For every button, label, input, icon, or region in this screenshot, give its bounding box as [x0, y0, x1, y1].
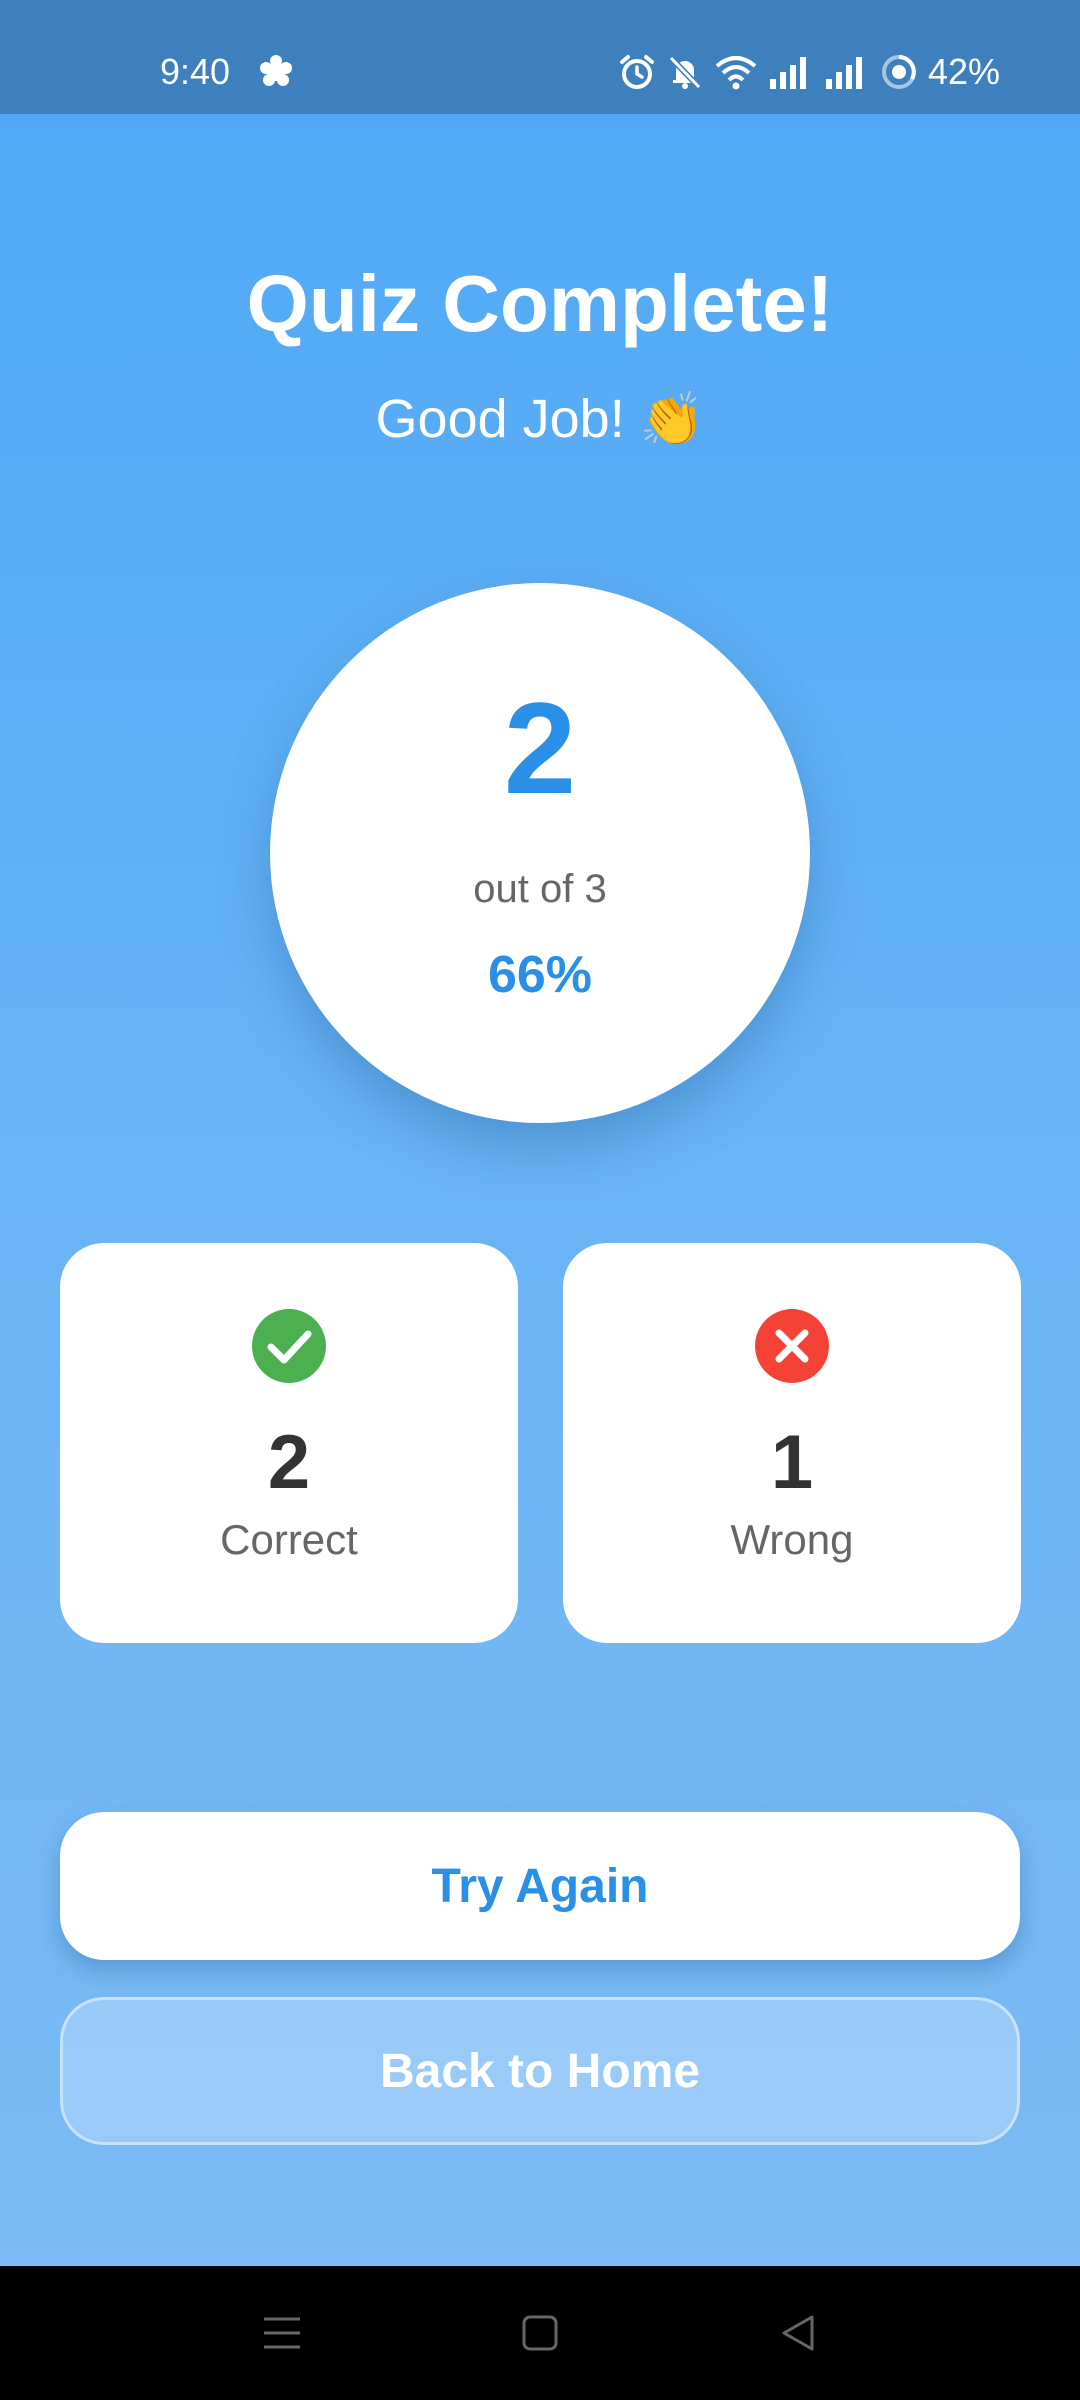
- settings-flower-icon: [260, 55, 292, 86]
- battery-percent: 42%: [927, 51, 1000, 92]
- page-title: Quiz Complete!: [246, 259, 834, 348]
- alarm-icon: [619, 55, 654, 89]
- bell-muted-icon: [668, 55, 702, 90]
- clapping-hands-icon: 👏: [639, 391, 705, 449]
- back-icon[interactable]: [778, 2311, 818, 2355]
- signal-icon: [769, 57, 806, 89]
- system-nav-bar: [0, 2266, 1080, 2400]
- score-circle: 2 out of 3 66%: [270, 583, 810, 1123]
- result-message-row: Good Job! 👏: [0, 384, 1080, 455]
- status-time: 9:40: [160, 51, 231, 92]
- correct-count: 2: [267, 1420, 311, 1505]
- try-again-button[interactable]: Try Again: [60, 1812, 1020, 1960]
- x-circle-icon: [755, 1309, 829, 1383]
- wifi-icon: [715, 56, 757, 90]
- wrong-card: 1 Wrong: [563, 1243, 1021, 1643]
- battery-saver-icon: [881, 55, 916, 89]
- home-icon[interactable]: [520, 2311, 560, 2355]
- wrong-count: 1: [770, 1420, 814, 1505]
- status-right-cluster: 42%: [618, 50, 1000, 94]
- score-value: 2: [503, 675, 577, 821]
- signal-icon: [825, 57, 862, 89]
- result-screen: Quiz Complete! Good Job! 👏 2 out of 3 66…: [0, 114, 1080, 2266]
- status-bar: 9:40 42%: [0, 0, 1080, 114]
- score-total: out of 3: [473, 867, 607, 911]
- correct-card: 2 Correct: [60, 1243, 518, 1643]
- result-message: Good Job!: [375, 389, 625, 449]
- check-circle-icon: [252, 1309, 326, 1383]
- correct-label: Correct: [220, 1516, 358, 1563]
- recents-icon[interactable]: [262, 2311, 302, 2355]
- back-to-home-button[interactable]: Back to Home: [60, 1997, 1020, 2145]
- score-percent: 66%: [487, 946, 593, 1004]
- wrong-label: Wrong: [730, 1516, 854, 1563]
